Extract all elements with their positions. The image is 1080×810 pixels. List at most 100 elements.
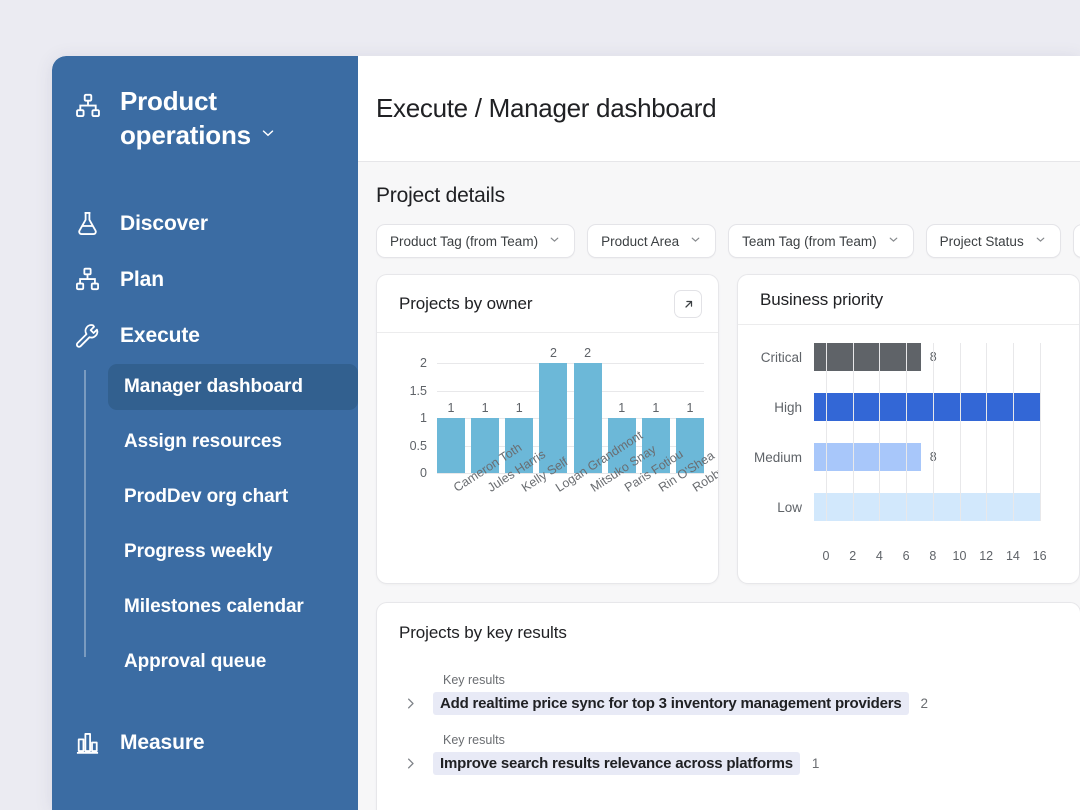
bar[interactable] xyxy=(814,443,921,471)
card-title: Projects by owner xyxy=(399,294,532,314)
subnav-rail xyxy=(84,370,86,657)
y-axis-tick-label: 1.5 xyxy=(410,384,427,398)
chevron-down-icon xyxy=(887,233,900,249)
filter-label: Product Tag (from Team) xyxy=(390,234,538,249)
y-axis-tick-label: Medium xyxy=(738,450,814,465)
bar-value-label: 1 xyxy=(652,401,659,415)
chevron-down-icon xyxy=(548,233,561,249)
key-result-row[interactable]: Improve search results relevance across … xyxy=(399,752,1080,775)
key-result-count: 2 xyxy=(921,696,929,711)
sidebar-item-label: Measure xyxy=(120,731,205,755)
bar-value-label: 2 xyxy=(584,346,591,360)
sidebar-item-label: Discover xyxy=(120,212,208,236)
card-title: Projects by key results xyxy=(377,603,1080,643)
section-title: Project details xyxy=(376,184,1080,208)
x-axis-tick-label: Cameron Toth xyxy=(437,479,465,579)
bar-row[interactable]: High xyxy=(738,393,1079,421)
x-axis-tick-label: Rin O'Shea xyxy=(642,479,670,579)
bar[interactable] xyxy=(437,418,465,473)
filter-label: Project Status xyxy=(940,234,1024,249)
bar-row[interactable]: Critical8 xyxy=(738,343,1079,371)
card-business-priority: Business priority Critical8HighMedium8Lo… xyxy=(737,274,1080,584)
x-axis-tick-label: Paris Fotiou xyxy=(608,479,636,579)
key-result-text[interactable]: Improve search results relevance across … xyxy=(433,752,800,775)
bar-value-label: 1 xyxy=(516,401,523,415)
bar-chart-icon xyxy=(74,729,102,756)
chevron-right-icon[interactable] xyxy=(399,756,421,771)
x-axis-tick-label: Logan Grandmont xyxy=(539,479,567,579)
sidebar-item-proddev-org-chart[interactable]: ProdDev org chart xyxy=(108,474,358,520)
key-result-row[interactable]: Add realtime price sync for top 3 invent… xyxy=(399,692,1080,715)
card-title: Business priority xyxy=(760,290,883,310)
key-result-text[interactable]: Add realtime price sync for top 3 invent… xyxy=(433,692,909,715)
filter-project-status[interactable]: Project Status xyxy=(926,224,1061,258)
charts-row: Projects by owner 21.510.5011122111 Came… xyxy=(376,274,1080,584)
x-axis-tick-label: Kelly Self xyxy=(505,479,533,579)
app-window: Product operations Discover xyxy=(52,56,1080,810)
key-result-block: Key results Improve search results releva… xyxy=(399,733,1080,775)
y-axis-tick-label: High xyxy=(738,400,814,415)
y-axis-tick-label: 2 xyxy=(420,356,427,370)
bar-value-label: 1 xyxy=(482,401,489,415)
bar-row[interactable]: Low xyxy=(738,493,1079,521)
org-chart-icon xyxy=(74,92,102,125)
page-title: Execute / Manager dashboard xyxy=(376,93,716,124)
filter-business-priority[interactable]: Business Priority xyxy=(1073,224,1080,258)
priority-bar-chart: Critical8HighMedium8Low 0246810121416 xyxy=(738,325,1079,581)
page-header: Execute / Manager dashboard xyxy=(358,56,1080,162)
filter-product-tag[interactable]: Product Tag (from Team) xyxy=(376,224,575,258)
x-axis-tick-label: 8 xyxy=(929,549,936,563)
card-header: Projects by owner xyxy=(377,275,718,333)
sidebar-item-plan[interactable]: Plan xyxy=(52,252,358,308)
sidebar-subnav-execute: Manager dashboard Assign resources ProdD… xyxy=(52,364,358,685)
sidebar: Product operations Discover xyxy=(52,56,358,810)
key-result-block: Key results Add realtime price sync for t… xyxy=(399,673,1080,715)
filter-product-area[interactable]: Product Area xyxy=(587,224,716,258)
owner-bar-chart: 21.510.5011122111 Cameron TothJules Harr… xyxy=(377,333,718,584)
sidebar-item-progress-weekly[interactable]: Progress weekly xyxy=(108,529,358,575)
key-results-group-label: Key results xyxy=(443,673,1080,687)
bar[interactable] xyxy=(814,393,1041,421)
x-axis-tick-label: 10 xyxy=(953,549,967,563)
chart-x-labels: Cameron TothJules HarrisKelly SelfLogan … xyxy=(437,479,704,579)
wrench-icon xyxy=(74,322,102,349)
x-axis-tick-label: 6 xyxy=(903,549,910,563)
x-axis-tick-label: 14 xyxy=(1006,549,1020,563)
main-content: Execute / Manager dashboard Project deta… xyxy=(358,56,1080,810)
filter-label: Product Area xyxy=(601,234,679,249)
chevron-down-icon xyxy=(1034,233,1047,249)
sidebar-item-approval-queue[interactable]: Approval queue xyxy=(108,639,358,685)
chevron-right-icon[interactable] xyxy=(399,696,421,711)
bar[interactable] xyxy=(814,343,921,371)
bar-column[interactable]: 1 xyxy=(437,363,465,473)
x-axis-tick-label: 12 xyxy=(979,549,993,563)
card-projects-by-owner: Projects by owner 21.510.5011122111 Came… xyxy=(376,274,719,584)
bar-value-label: 8 xyxy=(930,450,937,464)
filter-team-tag[interactable]: Team Tag (from Team) xyxy=(728,224,914,258)
sidebar-group-execute: Execute Manager dashboard Assign resourc… xyxy=(52,308,358,685)
sidebar-item-measure[interactable]: Measure xyxy=(52,715,358,771)
card-projects-by-key-results: Projects by key results Key results Add r… xyxy=(376,602,1080,810)
bar[interactable] xyxy=(814,493,1041,521)
key-results-group-label: Key results xyxy=(443,733,1080,747)
sidebar-item-assign-resources[interactable]: Assign resources xyxy=(108,419,358,465)
y-axis-tick-label: Critical xyxy=(738,350,814,365)
flask-icon xyxy=(74,210,102,237)
sidebar-subitem-label: Assign resources xyxy=(124,431,282,453)
bar-value-label: 1 xyxy=(687,401,694,415)
sidebar-nav: Discover Plan xyxy=(52,196,358,771)
sidebar-item-execute[interactable]: Execute xyxy=(52,308,358,364)
bar-row[interactable]: Medium 8 xyxy=(738,443,1079,471)
x-axis-tick-label: 2 xyxy=(849,549,856,563)
workspace-switcher[interactable]: Product operations xyxy=(52,82,358,152)
sidebar-item-discover[interactable]: Discover xyxy=(52,196,358,252)
x-axis-tick-label: 0 xyxy=(823,549,830,563)
sidebar-item-milestones-calendar[interactable]: Milestones calendar xyxy=(108,584,358,630)
chart-rows: Critical8 High Medium 8 Low xyxy=(738,343,1079,521)
key-results-list: Key results Add realtime price sync for t… xyxy=(377,643,1080,775)
expand-arrow-icon[interactable] xyxy=(674,290,702,318)
sidebar-item-label: Execute xyxy=(120,324,200,348)
sidebar-item-manager-dashboard[interactable]: Manager dashboard xyxy=(108,364,358,410)
y-axis-tick-label: 1 xyxy=(420,411,427,425)
bar-value-label: 1 xyxy=(448,401,455,415)
